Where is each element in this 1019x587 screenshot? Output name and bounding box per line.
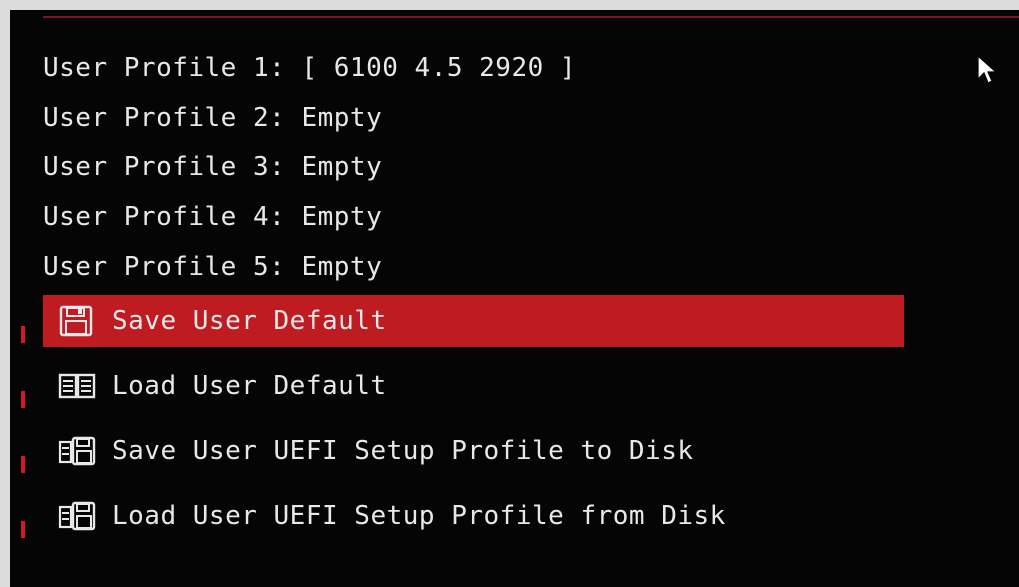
user-profile-5-row[interactable]: User Profile 5: Empty	[43, 247, 382, 287]
mouse-cursor-icon	[977, 54, 998, 84]
profile-value: [ 6100 4.5 2920 ]	[301, 53, 577, 83]
profile-value: Empty	[301, 103, 383, 133]
user-profile-2-row[interactable]: User Profile 2: Empty	[43, 98, 382, 138]
item-marker	[21, 456, 25, 473]
profile-label: User Profile 5:	[43, 252, 286, 282]
item-marker	[21, 521, 25, 538]
profile-value: Empty	[301, 252, 383, 282]
item-marker	[21, 391, 25, 408]
user-profile-1-row[interactable]: User Profile 1: [ 6100 4.5 2920 ]	[43, 48, 576, 88]
profile-value: Empty	[301, 152, 383, 182]
profile-label: User Profile 3:	[43, 152, 286, 182]
menu-item-label: Save User UEFI Setup Profile to Disk	[112, 436, 694, 466]
save-profile-to-disk-button[interactable]: Save User UEFI Setup Profile to Disk	[43, 425, 904, 477]
user-profile-4-row[interactable]: User Profile 4: Empty	[43, 197, 382, 237]
disk-load-icon	[58, 501, 96, 531]
uefi-screen: User Profile 1: [ 6100 4.5 2920 ] User P…	[10, 10, 1019, 587]
load-profile-from-disk-button[interactable]: Load User UEFI Setup Profile from Disk	[43, 490, 904, 542]
menu-item-label: Load User Default	[112, 371, 387, 401]
disk-save-icon	[58, 436, 96, 466]
user-profile-3-row[interactable]: User Profile 3: Empty	[43, 147, 382, 187]
top-divider	[43, 16, 1019, 18]
profile-label: User Profile 1:	[43, 53, 286, 83]
profile-label: User Profile 4:	[43, 202, 286, 232]
load-user-default-button[interactable]: Load User Default	[43, 360, 904, 412]
save-user-default-button[interactable]: Save User Default	[43, 295, 904, 347]
profile-label: User Profile 2:	[43, 103, 286, 133]
profile-value: Empty	[301, 202, 383, 232]
floppy-disk-icon	[59, 305, 93, 337]
menu-item-label: Load User UEFI Setup Profile from Disk	[112, 501, 726, 531]
item-marker	[21, 326, 25, 343]
book-icon	[58, 373, 96, 399]
menu-item-label: Save User Default	[112, 306, 387, 336]
